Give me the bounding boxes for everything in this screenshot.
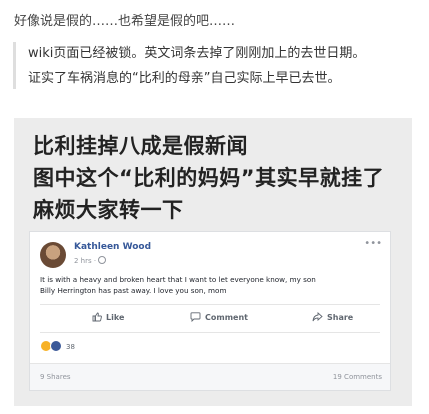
post-text-line-2: Billy Herrington has past away. I love y… [40, 286, 227, 295]
like-button[interactable]: Like [92, 312, 124, 324]
quote-line-1: wiki页面已经被锁。英文词条去掉了刚刚加上的去世日期。 [28, 46, 366, 61]
headline-line-2: 图中这个“比利的妈妈”其实早就挂了 [33, 166, 385, 190]
quote-block: wiki页面已经被锁。英文词条去掉了刚刚加上的去世日期。 证实了车祸消息的“比利… [13, 42, 420, 89]
globe-icon [98, 256, 107, 264]
top-line-text: 好像说是假的……也希望是假的吧…… [14, 14, 236, 29]
post-timestamp[interactable]: 2 hrs · [74, 256, 107, 265]
comments-count[interactable]: 19 Comments [333, 373, 382, 381]
comment-bubble-icon [190, 312, 201, 324]
reaction-count: 38 [66, 343, 75, 351]
thumbs-up-icon [92, 312, 102, 324]
comment-button[interactable]: Comment [190, 312, 248, 324]
embedded-screenshot-image: 比利挂掉八成是假新闻 图中这个“比利的妈妈”其实早就挂了 麻烦大家转一下 Kat… [14, 118, 412, 406]
facebook-post-card: Kathleen Wood 2 hrs · ••• It is with a h… [29, 231, 391, 391]
post-footer: 9 Shares 19 Comments [30, 363, 390, 390]
headline-line-3: 麻烦大家转一下 [33, 198, 184, 222]
share-arrow-icon [312, 312, 323, 324]
divider [40, 332, 380, 333]
post-time-text: 2 hrs · [74, 257, 97, 265]
shares-count[interactable]: 9 Shares [40, 373, 71, 381]
divider [40, 304, 380, 305]
headline-line-1: 比利挂掉八成是假新闻 [33, 134, 248, 158]
poster-name[interactable]: Kathleen Wood [74, 242, 151, 252]
share-button[interactable]: Share [312, 312, 353, 324]
reactions-summary[interactable]: 38 [40, 340, 75, 352]
post-body: It is with a heavy and broken heart that… [40, 274, 380, 296]
like-label: Like [106, 313, 125, 322]
like-reaction-icon [50, 340, 62, 352]
quote-line-2: 证实了车祸消息的“比利的母亲”自己实际上早已去世。 [28, 71, 341, 86]
more-options-icon[interactable]: ••• [364, 238, 382, 249]
post-text-line-1: It is with a heavy and broken heart that… [40, 275, 316, 284]
comment-label: Comment [205, 313, 248, 322]
avatar[interactable] [40, 242, 66, 268]
share-label: Share [327, 313, 354, 322]
